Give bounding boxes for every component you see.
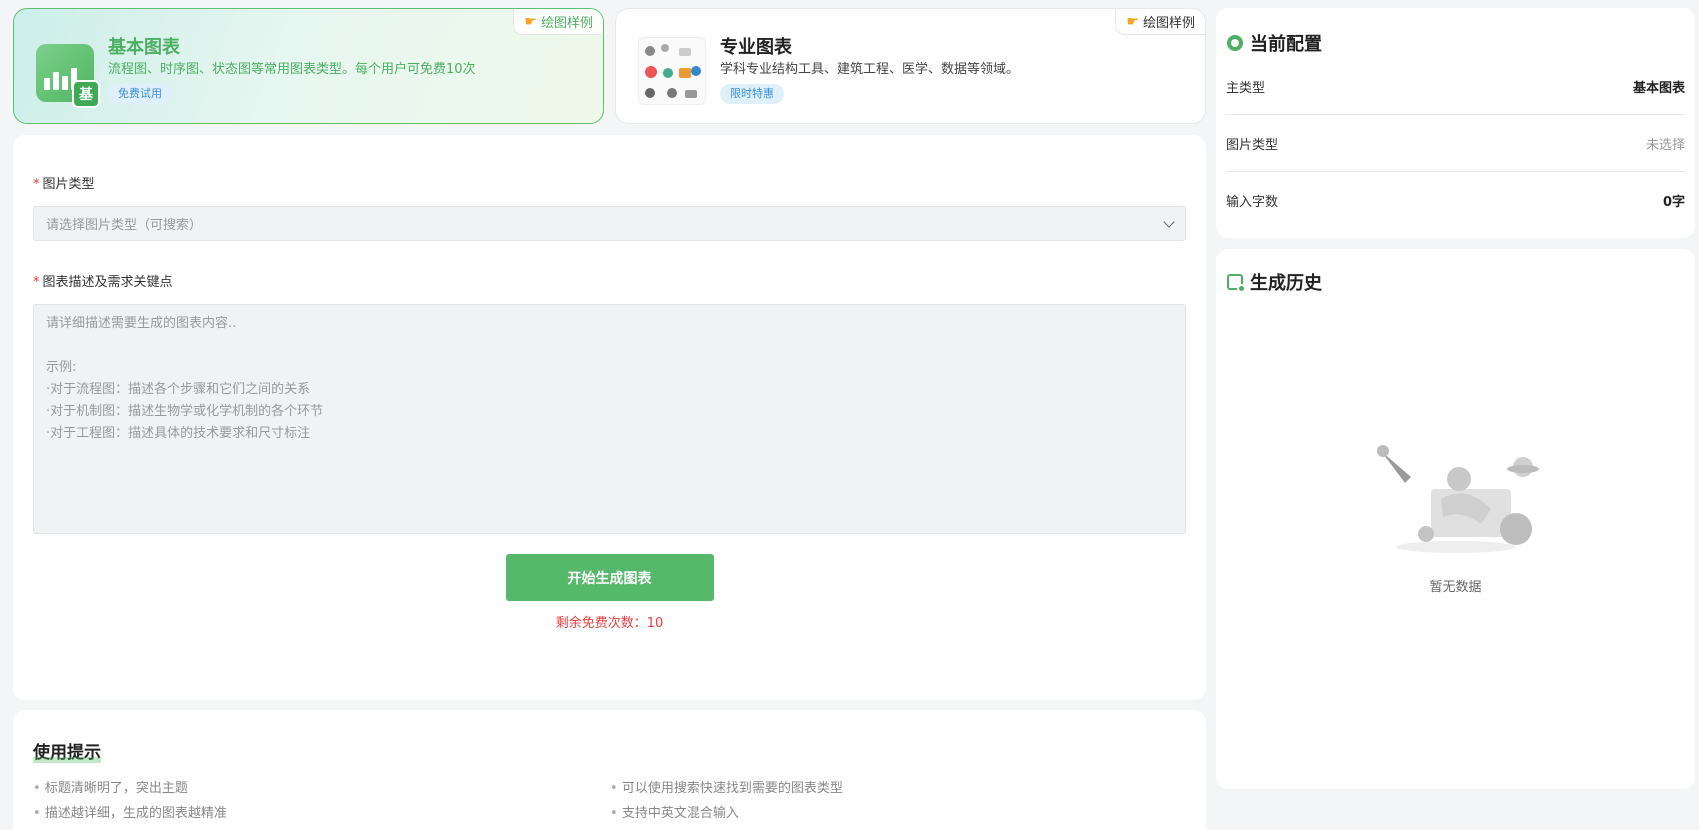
description-textarea[interactable]: 请详细描述需要生成的图表内容.. 示例: ·对于流程图：描述各个步骤和它们之间的… [33, 304, 1186, 534]
image-type-placeholder: 请选择图片类型（可搜索） [46, 218, 203, 233]
pro-chart-thumbnail-icon [638, 37, 706, 105]
generation-history-panel: 生成历史 暂无数据 [1216, 249, 1695, 789]
main-column: 基 基本图表 流程图、时序图、状态图等常用图表类型。每个用户可免费10次 免费试… [13, 8, 1206, 830]
required-mark: * [33, 177, 40, 192]
config-row-word-count: 输入字数 0字 [1226, 172, 1685, 229]
tip-item: 标题清晰明了，突出主题 [33, 777, 610, 796]
empty-state-text: 暂无数据 [1429, 580, 1482, 595]
config-value: 未选择 [1645, 137, 1685, 153]
generate-chart-button[interactable]: 开始生成图表 [505, 554, 714, 601]
card-description: 流程图、时序图、状态图等常用图表类型。每个用户可免费10次 [108, 62, 476, 77]
config-title: 当前配置 [1250, 34, 1322, 55]
image-type-label: * 图片类型 [33, 177, 95, 192]
card-pro-chart[interactable]: 专业图表 学科专业结构工具、建筑工程、医学、数据等领域。 限时特惠 ☛ 绘图样例 [615, 8, 1206, 124]
history-header: 生成历史 [1226, 269, 1685, 295]
config-row-image-type: 图片类型 未选择 [1226, 115, 1685, 172]
image-type-select[interactable]: 请选择图片类型（可搜索） [33, 206, 1186, 241]
tip-item: 支持中英文混合输入 [610, 802, 1186, 821]
tips-title: 使用提示 [33, 738, 101, 763]
history-title: 生成历史 [1250, 273, 1322, 294]
sample-link-label: 绘图样例 [1142, 16, 1195, 31]
config-label: 输入字数 [1226, 195, 1279, 210]
sample-link-label: 绘图样例 [540, 16, 593, 31]
config-value: 0字 [1662, 195, 1685, 210]
basic-tag-icon: 基 [72, 80, 100, 108]
chart-type-cards: 基 基本图表 流程图、时序图、状态图等常用图表类型。每个用户可免费10次 免费试… [13, 8, 1206, 124]
config-label: 主类型 [1226, 80, 1266, 96]
card-basic-chart[interactable]: 基 基本图表 流程图、时序图、状态图等常用图表类型。每个用户可免费10次 免费试… [13, 8, 604, 124]
tips-list: 标题清晰明了，突出主题 可以使用搜索快速找到需要的图表类型 描述越详细，生成的图… [33, 777, 1186, 821]
card-title: 专业图表 [720, 37, 792, 58]
config-label: 图片类型 [1226, 137, 1279, 153]
free-trial-badge: 免费试用 [108, 84, 172, 104]
settings-icon [1226, 34, 1244, 52]
side-column: 当前配置 主类型 基本图表 图片类型 未选择 输入字数 0字 生成历史 暂无数据 [1216, 8, 1695, 789]
config-value: 基本图表 [1632, 80, 1685, 96]
card-description: 学科专业结构工具、建筑工程、医学、数据等领域。 [720, 62, 1020, 77]
card-title: 基本图表 [108, 37, 180, 58]
current-config-panel: 当前配置 主类型 基本图表 图片类型 未选择 输入字数 0字 [1216, 8, 1695, 238]
sample-link-pro[interactable]: ☛ 绘图样例 [1115, 9, 1205, 35]
tip-item: 可以使用搜索快速找到需要的图表类型 [610, 777, 1186, 796]
sample-link-basic[interactable]: ☛ 绘图样例 [513, 9, 603, 35]
pointing-hand-icon: ☛ [1126, 13, 1139, 30]
required-mark: * [33, 275, 40, 290]
description-label: * 图表描述及需求关键点 [33, 275, 173, 290]
chevron-down-icon [1163, 215, 1175, 228]
tip-item: 描述越详细，生成的图表越精准 [33, 802, 610, 821]
remaining-free-count: 剩余免费次数：10 [555, 616, 664, 631]
generate-form: * 图片类型 请选择图片类型（可搜索） * 图表描述及需求关键点 请详细描述需要… [13, 135, 1206, 700]
config-row-main-type: 主类型 基本图表 [1226, 58, 1685, 115]
empty-state-illustration [1377, 445, 1539, 553]
config-header: 当前配置 [1226, 30, 1685, 56]
basic-chart-icon: 基 [36, 44, 100, 108]
usage-tips: 使用提示 标题清晰明了，突出主题 可以使用搜索快速找到需要的图表类型 描述越详细… [13, 710, 1206, 830]
history-icon [1226, 273, 1246, 293]
special-offer-badge: 限时特惠 [720, 84, 784, 104]
pointing-hand-icon: ☛ [524, 13, 537, 30]
